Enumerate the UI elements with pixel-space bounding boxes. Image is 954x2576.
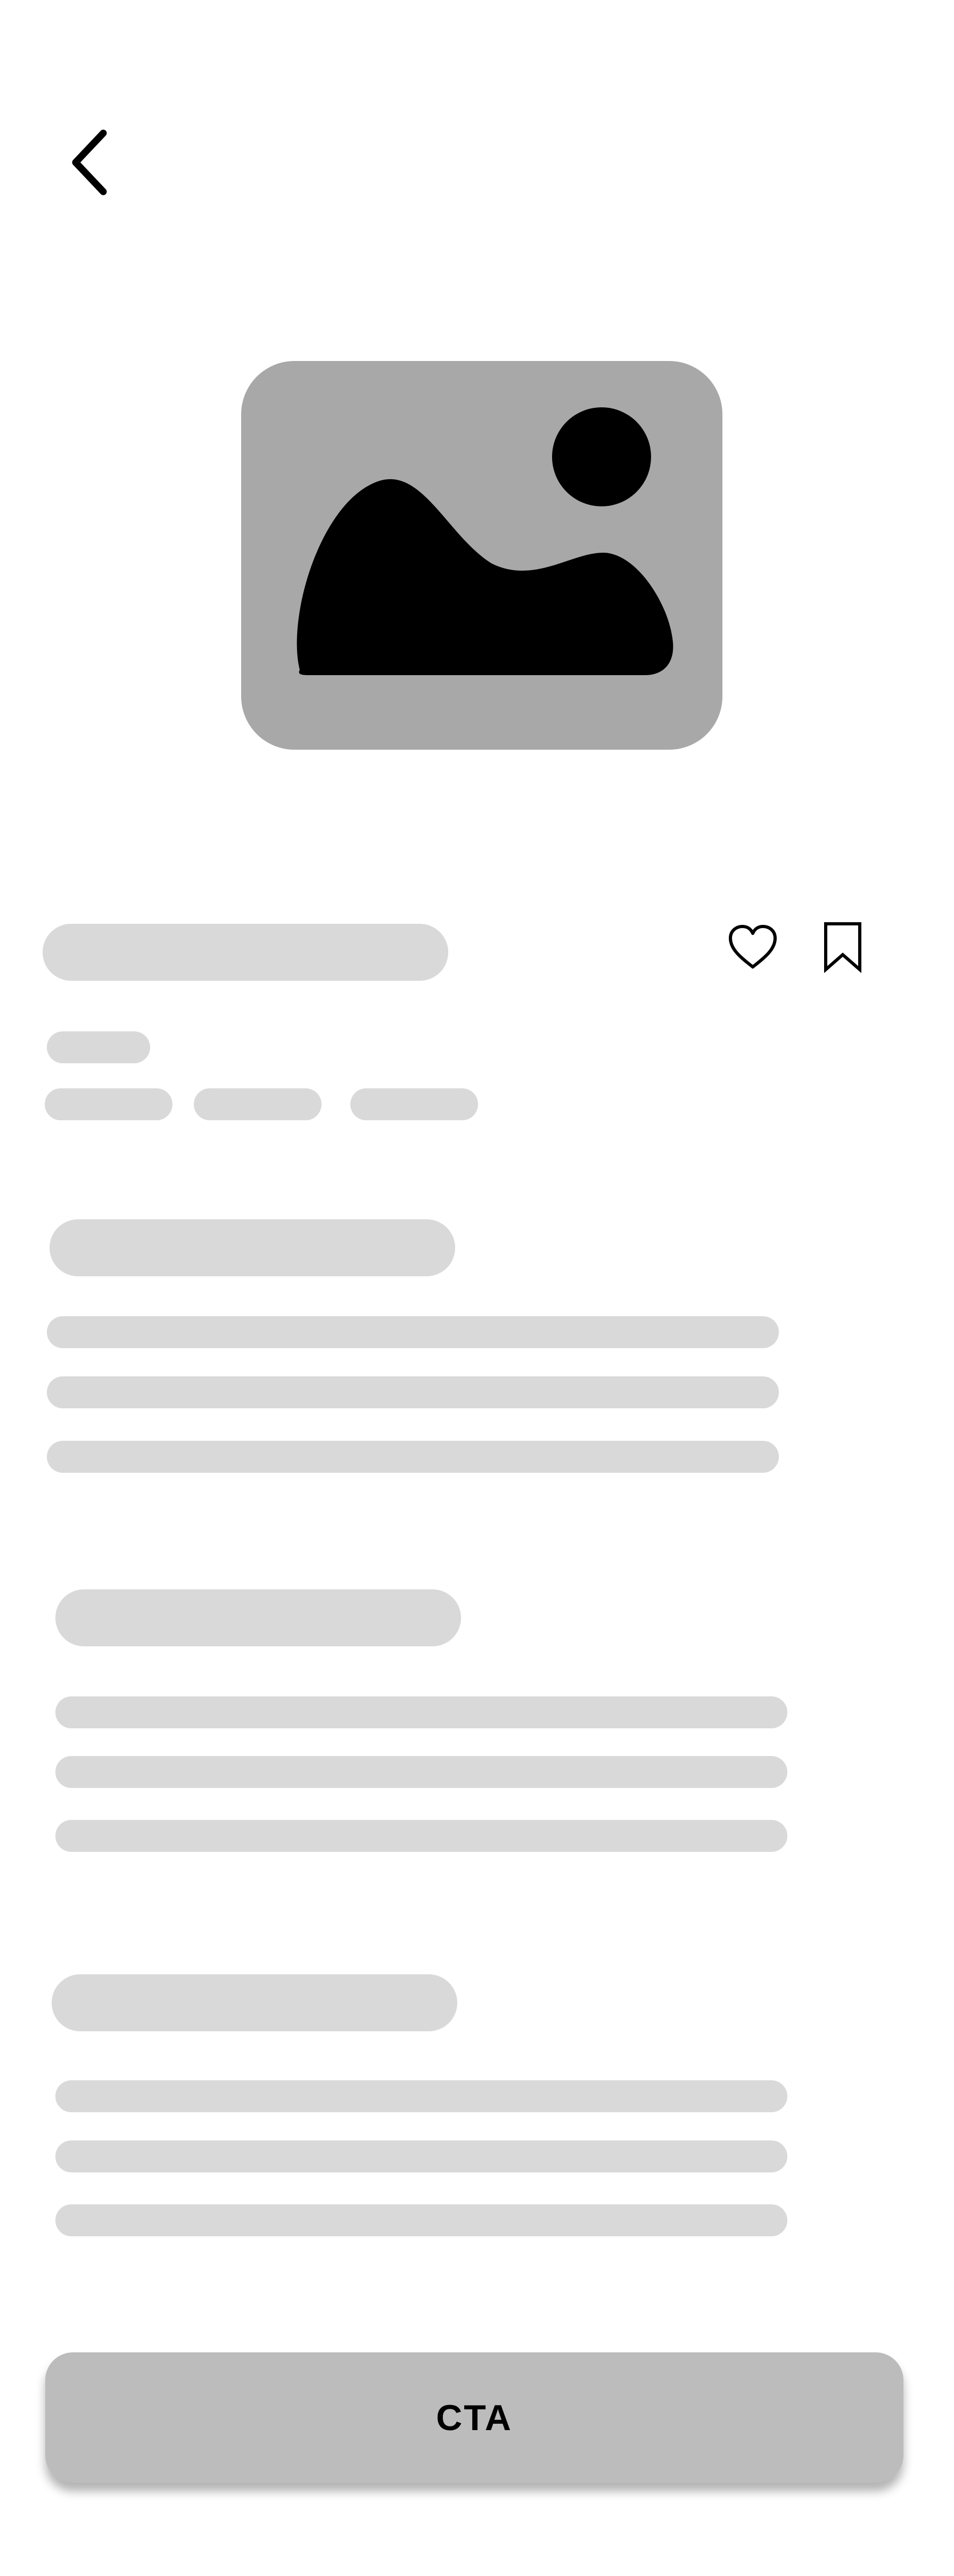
text-line-skeleton xyxy=(55,2080,787,2112)
heart-icon xyxy=(729,925,777,969)
section-heading-skeleton xyxy=(52,1974,457,2031)
favorite-button[interactable] xyxy=(721,916,784,979)
text-line-skeleton xyxy=(47,1316,779,1348)
section-heading-skeleton xyxy=(50,1219,455,1276)
cta-label: CTA xyxy=(436,2397,513,2438)
bookmark-icon xyxy=(824,922,861,973)
section-heading-skeleton xyxy=(55,1589,461,1646)
text-line-skeleton xyxy=(55,1696,787,1728)
hero-image xyxy=(241,361,722,750)
text-line-skeleton xyxy=(55,2140,787,2172)
text-line-skeleton xyxy=(47,1376,779,1408)
tag-skeleton xyxy=(45,1088,172,1120)
bookmark-button[interactable] xyxy=(815,916,870,979)
text-line-skeleton xyxy=(55,1820,787,1852)
title-skeleton xyxy=(43,924,448,981)
text-line-skeleton xyxy=(47,1441,779,1473)
text-line-skeleton xyxy=(55,1756,787,1788)
subtitle-skeleton xyxy=(47,1031,150,1063)
tag-skeleton xyxy=(194,1088,322,1120)
image-placeholder-icon xyxy=(297,407,673,675)
tag-skeleton xyxy=(350,1088,478,1120)
cta-button[interactable]: CTA xyxy=(45,2352,903,2483)
chevron-left-icon xyxy=(72,129,107,195)
back-button[interactable] xyxy=(59,122,122,202)
text-line-skeleton xyxy=(55,2204,787,2236)
